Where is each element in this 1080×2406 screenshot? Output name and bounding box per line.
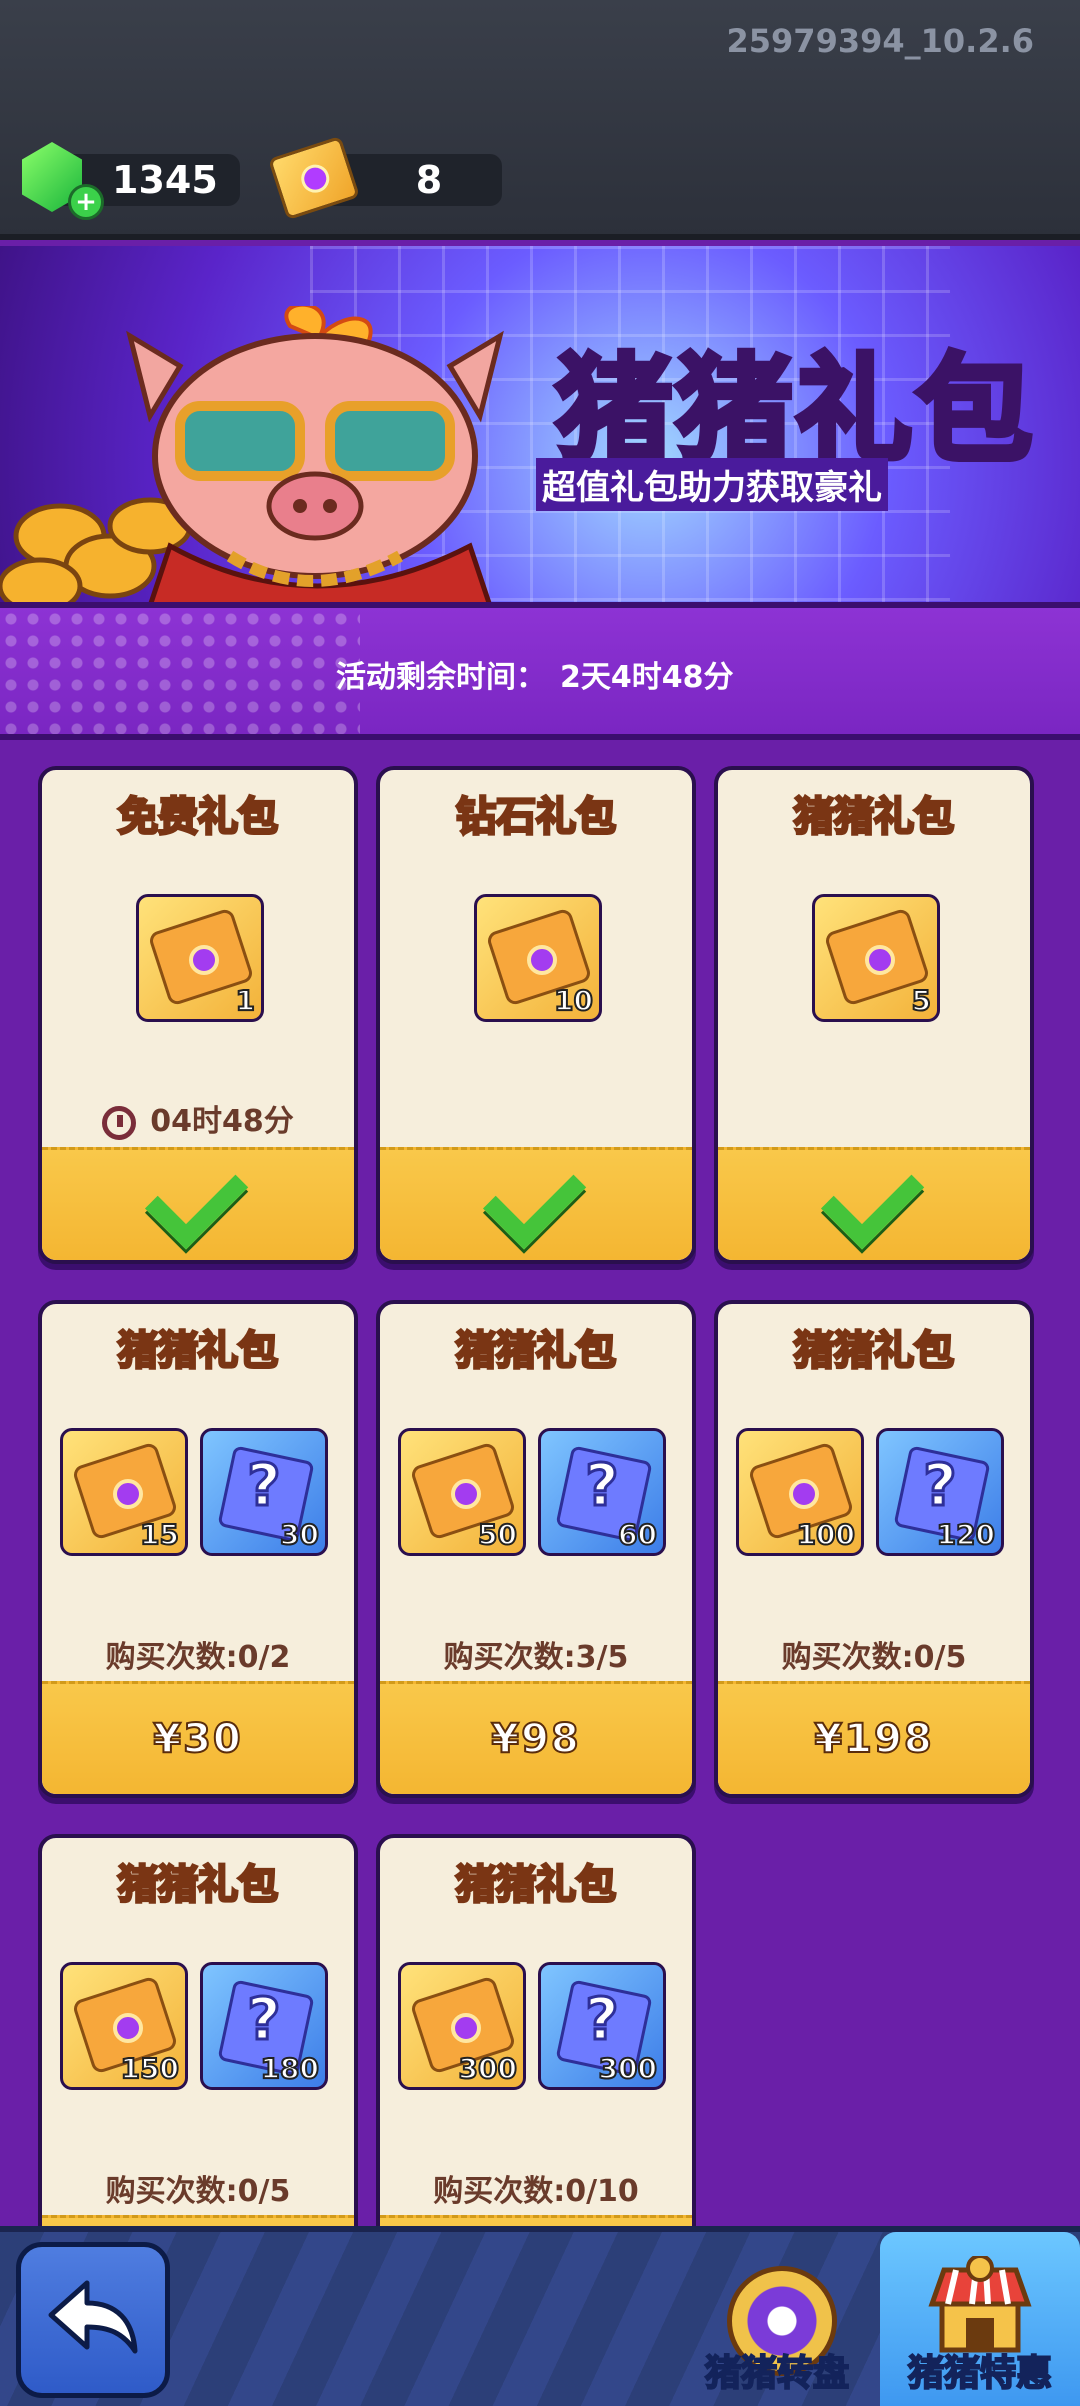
check-icon xyxy=(482,1146,587,1250)
gem-amount: 1345 xyxy=(112,158,218,202)
item-qty: 150 xyxy=(120,2051,180,2086)
mystery-box-item: ? 30 xyxy=(200,1428,328,1556)
gift-pack-card[interactable]: 猪猪礼包 15 ? 30 购买次数:0/2 ¥30 xyxy=(38,1300,358,1798)
question-mark-icon: ? xyxy=(922,1450,959,1521)
question-mark-icon: ? xyxy=(246,1450,283,1521)
item-qty: 5 xyxy=(910,983,932,1018)
timer-label: 活动剩余时间： xyxy=(336,660,546,695)
item-qty: 120 xyxy=(936,1517,996,1552)
tab-pig-special[interactable]: 猪猪特惠 xyxy=(880,2232,1080,2406)
item-qty: 50 xyxy=(477,1517,518,1552)
question-mark-icon: ? xyxy=(584,1984,621,2055)
check-icon xyxy=(820,1146,925,1250)
claimed-button[interactable] xyxy=(42,1146,354,1260)
top-bar: 25979394_10.2.6 + 1345 8 xyxy=(0,0,1080,240)
pack-title: 猪猪礼包 xyxy=(793,793,956,842)
version-label: 25979394_10.2.6 xyxy=(726,22,1035,60)
price-label: ¥30 xyxy=(152,1715,243,1763)
ticket-item: 50 xyxy=(398,1428,526,1556)
shop-icon xyxy=(928,2256,1032,2353)
back-button[interactable] xyxy=(16,2242,170,2398)
question-mark-icon: ? xyxy=(584,1450,621,1521)
item-qty: 300 xyxy=(598,2051,658,2086)
banner-subtitle: 超值礼包助力获取豪礼 xyxy=(536,458,888,511)
event-timer-bar: 活动剩余时间： 2天4时48分 xyxy=(0,602,1080,740)
purchase-count: 购买次数:0/2 xyxy=(105,1640,291,1675)
item-qty: 15 xyxy=(139,1517,180,1552)
purchase-count: 购买次数:0/10 xyxy=(433,2174,639,2209)
item-qty: 180 xyxy=(260,2051,320,2086)
buy-button[interactable]: ¥30 xyxy=(42,1681,354,1794)
ticket-item: 10 xyxy=(474,894,602,1022)
free-pack-countdown: 04时48分 xyxy=(42,1096,354,1140)
pack-title: 猪猪礼包 xyxy=(455,1327,618,1376)
item-qty: 30 xyxy=(279,1517,320,1552)
gift-pack-card[interactable]: 猪猪礼包 100 ? 120 购买次数:0/5 ¥198 xyxy=(714,1300,1034,1798)
ticket-item: 5 xyxy=(812,894,940,1022)
purchase-count: 购买次数:3/5 xyxy=(443,1640,629,1675)
claimed-button[interactable] xyxy=(718,1146,1030,1260)
price-label: ¥98 xyxy=(490,1715,581,1763)
ticket-amount: 8 xyxy=(415,158,443,202)
mystery-box-item: ? 60 xyxy=(538,1428,666,1556)
clock-icon xyxy=(102,1105,137,1140)
pack-title: 猪猪礼包 xyxy=(793,1327,956,1376)
gift-pack-card[interactable]: 免费礼包 1 04时48分 xyxy=(38,766,358,1264)
price-label: ¥198 xyxy=(813,1715,934,1763)
pack-title: 猪猪礼包 xyxy=(117,1327,280,1376)
item-qty: 1 xyxy=(234,983,256,1018)
event-banner: 猪猪礼包 超值礼包助力获取豪礼 xyxy=(0,246,1080,602)
question-mark-icon: ? xyxy=(246,1984,283,2055)
gift-pack-card[interactable]: 猪猪礼包 50 ? 60 购买次数:3/5 ¥98 xyxy=(376,1300,696,1798)
buy-button[interactable]: ¥98 xyxy=(380,1681,692,1794)
bottom-nav-bar: 猪猪转盘 猪猪特惠 xyxy=(0,2226,1080,2406)
ticket-item: 1 xyxy=(136,894,264,1022)
mystery-box-item: ? 120 xyxy=(876,1428,1004,1556)
countdown-value: 04时48分 xyxy=(150,1104,294,1139)
gem-counter[interactable]: + 1345 xyxy=(22,142,240,220)
ticket-item: 100 xyxy=(736,1428,864,1556)
item-qty: 60 xyxy=(617,1517,658,1552)
ticket-item: 150 xyxy=(60,1962,188,2090)
item-qty: 100 xyxy=(796,1517,856,1552)
tab-pig-wheel[interactable]: 猪猪转盘 xyxy=(690,2232,864,2406)
gift-pack-card[interactable]: 钻石礼包 10 xyxy=(376,766,696,1264)
item-qty: 300 xyxy=(458,2051,518,2086)
pack-title: 钻石礼包 xyxy=(455,793,618,842)
pack-title: 猪猪礼包 xyxy=(117,1861,280,1910)
purchase-count: 购买次数:0/5 xyxy=(105,2174,291,2209)
pack-title: 免费礼包 xyxy=(117,793,280,842)
pig-mascot-icon xyxy=(126,306,504,602)
ticket-item: 15 xyxy=(60,1428,188,1556)
ticket-icon xyxy=(267,135,361,221)
ticket-counter: 8 xyxy=(267,135,502,221)
claimed-button[interactable] xyxy=(380,1146,692,1260)
gift-pack-card[interactable]: 猪猪礼包 5 xyxy=(714,766,1034,1264)
tab-label: 猪猪特惠 xyxy=(907,2352,1053,2395)
pack-title: 猪猪礼包 xyxy=(455,1861,618,1910)
add-gem-icon[interactable]: + xyxy=(68,184,104,220)
check-icon xyxy=(144,1146,249,1250)
back-arrow-icon xyxy=(48,2280,138,2354)
mystery-box-item: ? 300 xyxy=(538,1962,666,2090)
ticket-item: 300 xyxy=(398,1962,526,2090)
timer-value: 2天4时48分 xyxy=(560,660,734,695)
tab-label: 猪猪转盘 xyxy=(704,2352,850,2395)
buy-button[interactable]: ¥198 xyxy=(718,1681,1030,1794)
purchase-count: 购买次数:0/5 xyxy=(781,1640,967,1675)
item-qty: 10 xyxy=(553,983,594,1018)
event-timer: 活动剩余时间： 2天4时48分 xyxy=(336,652,734,696)
mystery-box-item: ? 180 xyxy=(200,1962,328,2090)
